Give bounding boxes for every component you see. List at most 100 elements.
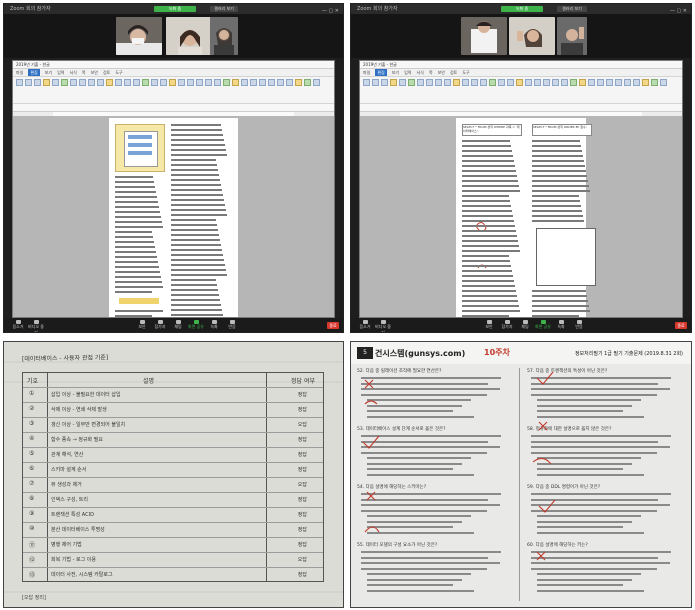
hwp-tab[interactable]: 쪽 [429,69,433,76]
ribbon-tool-icon[interactable] [606,79,613,86]
participant-video-3[interactable] [557,17,587,55]
hwp-document-area[interactable] [13,116,334,327]
ribbon-tool-icon[interactable] [588,79,595,86]
hwp-format-bar[interactable] [360,104,682,112]
ribbon-tool-icon[interactable] [142,79,149,86]
ribbon-tool-icon[interactable] [187,79,194,86]
ribbon-tool-icon[interactable] [390,79,397,86]
hwp-tab[interactable]: 입력 [57,69,64,76]
ribbon-tool-icon[interactable] [196,79,203,86]
ribbon-tool-icon[interactable] [372,79,379,86]
ribbon-tool-icon[interactable] [408,79,415,86]
ribbon-tool-icon[interactable] [232,79,239,86]
ribbon-tool-icon[interactable] [313,79,320,86]
hwp-tab[interactable]: 검토 [450,69,457,76]
ribbon-tool-icon[interactable] [16,79,23,86]
ribbon-tool-icon[interactable] [205,79,212,86]
video-button[interactable]: 비디오 중지 [375,320,391,332]
ribbon-tool-icon[interactable] [241,79,248,86]
mute-button[interactable]: 음소거 [10,320,26,330]
ribbon-tool-icon[interactable] [178,79,185,86]
participants-button[interactable]: 참가자 [152,320,168,330]
participant-video-2[interactable] [509,17,555,55]
hwp-tab[interactable]: 서식 [417,69,424,76]
participant-video-1[interactable] [461,17,507,55]
ribbon-tool-icon[interactable] [250,79,257,86]
ribbon-tool-icon[interactable] [489,79,496,86]
video-button[interactable]: 비디오 중지 [28,320,44,332]
end-meeting-button[interactable]: 종료 [327,322,339,329]
ribbon-tool-icon[interactable] [106,79,113,86]
ribbon-tool-icon[interactable] [651,79,658,86]
ribbon-tool-icon[interactable] [277,79,284,86]
hwp-page-left[interactable] [109,118,238,327]
end-meeting-button[interactable]: 종료 [675,322,687,329]
record-button[interactable]: 녹화 [553,320,569,330]
security-button[interactable]: 보안 [134,320,150,330]
hwp-tab[interactable]: 보기 [45,69,52,76]
ribbon-tool-icon[interactable] [268,79,275,86]
ribbon-tool-icon[interactable] [399,79,406,86]
participant-video-3[interactable] [210,17,238,55]
ribbon-tool-icon[interactable] [25,79,32,86]
ribbon-tool-icon[interactable] [417,79,424,86]
reactions-button[interactable]: 반응 [224,320,240,330]
ribbon-tool-icon[interactable] [552,79,559,86]
reactions-button[interactable]: 반응 [571,320,587,330]
hwp-tab-active[interactable]: 편집 [375,69,387,76]
ribbon-tool-icon[interactable] [43,79,50,86]
hwp-tab[interactable]: 보안 [438,69,445,76]
chat-button[interactable]: 채팅 [170,320,186,330]
hwp-tab[interactable]: 파일 [363,69,370,76]
mute-button[interactable]: 음소거 [357,320,373,330]
ribbon-tool-icon[interactable] [97,79,104,86]
ribbon-tool-icon[interactable] [633,79,640,86]
ribbon-tool-icon[interactable] [124,79,131,86]
ribbon-tool-icon[interactable] [516,79,523,86]
ribbon-tool-icon[interactable] [304,79,311,86]
hwp-tab[interactable]: 보기 [392,69,399,76]
ribbon-tool-icon[interactable] [259,79,266,86]
ribbon-tool-icon[interactable] [88,79,95,86]
ribbon-tool-icon[interactable] [444,79,451,86]
hwp-tab[interactable]: 도구 [462,69,469,76]
participants-button[interactable]: 참가자 [499,320,515,330]
ribbon-tool-icon[interactable] [579,79,586,86]
hwp-page-right[interactable]: SELECT * FROM 성적 WHERE 과목 = '데이터베이스'; SE… [456,118,596,327]
gallery-view-button[interactable]: 갤러리 보기 [210,6,238,12]
share-screen-button[interactable]: 화면 공유 [535,320,551,330]
ribbon-tool-icon[interactable] [570,79,577,86]
participant-video-1[interactable] [116,17,162,55]
ribbon-tool-icon[interactable] [286,79,293,86]
ribbon-tool-icon[interactable] [624,79,631,86]
ribbon-tool-icon[interactable] [426,79,433,86]
share-screen-button[interactable]: 화면 공유 [188,320,204,330]
ribbon-tool-icon[interactable] [223,79,230,86]
hwp-tab[interactable]: 입력 [404,69,411,76]
ribbon-tool-icon[interactable] [660,79,667,86]
ribbon-tool-icon[interactable] [160,79,167,86]
record-button[interactable]: 녹화 [206,320,222,330]
hwp-tab[interactable]: 파일 [16,69,23,76]
ribbon-tool-icon[interactable] [597,79,604,86]
ribbon-tool-icon[interactable] [169,79,176,86]
ribbon-tool-icon[interactable] [214,79,221,86]
ribbon-tool-icon[interactable] [61,79,68,86]
hwp-document-area[interactable]: SELECT * FROM 성적 WHERE 과목 = '데이터베이스'; SE… [360,116,682,327]
ribbon-tool-icon[interactable] [79,79,86,86]
participant-video-2[interactable] [166,17,212,55]
ribbon-tool-icon[interactable] [525,79,532,86]
ribbon-tool-icon[interactable] [615,79,622,86]
ribbon-tool-icon[interactable] [295,79,302,86]
hwp-tab[interactable]: 보안 [91,69,98,76]
ribbon-tool-icon[interactable] [435,79,442,86]
ribbon-tool-icon[interactable] [498,79,505,86]
hwp-tab[interactable]: 검토 [103,69,110,76]
ribbon-tool-icon[interactable] [453,79,460,86]
ribbon-tool-icon[interactable] [471,79,478,86]
security-button[interactable]: 보안 [481,320,497,330]
ribbon-tool-icon[interactable] [462,79,469,86]
hwp-tab[interactable]: 쪽 [82,69,86,76]
ribbon-tool-icon[interactable] [507,79,514,86]
ribbon-tool-icon[interactable] [115,79,122,86]
